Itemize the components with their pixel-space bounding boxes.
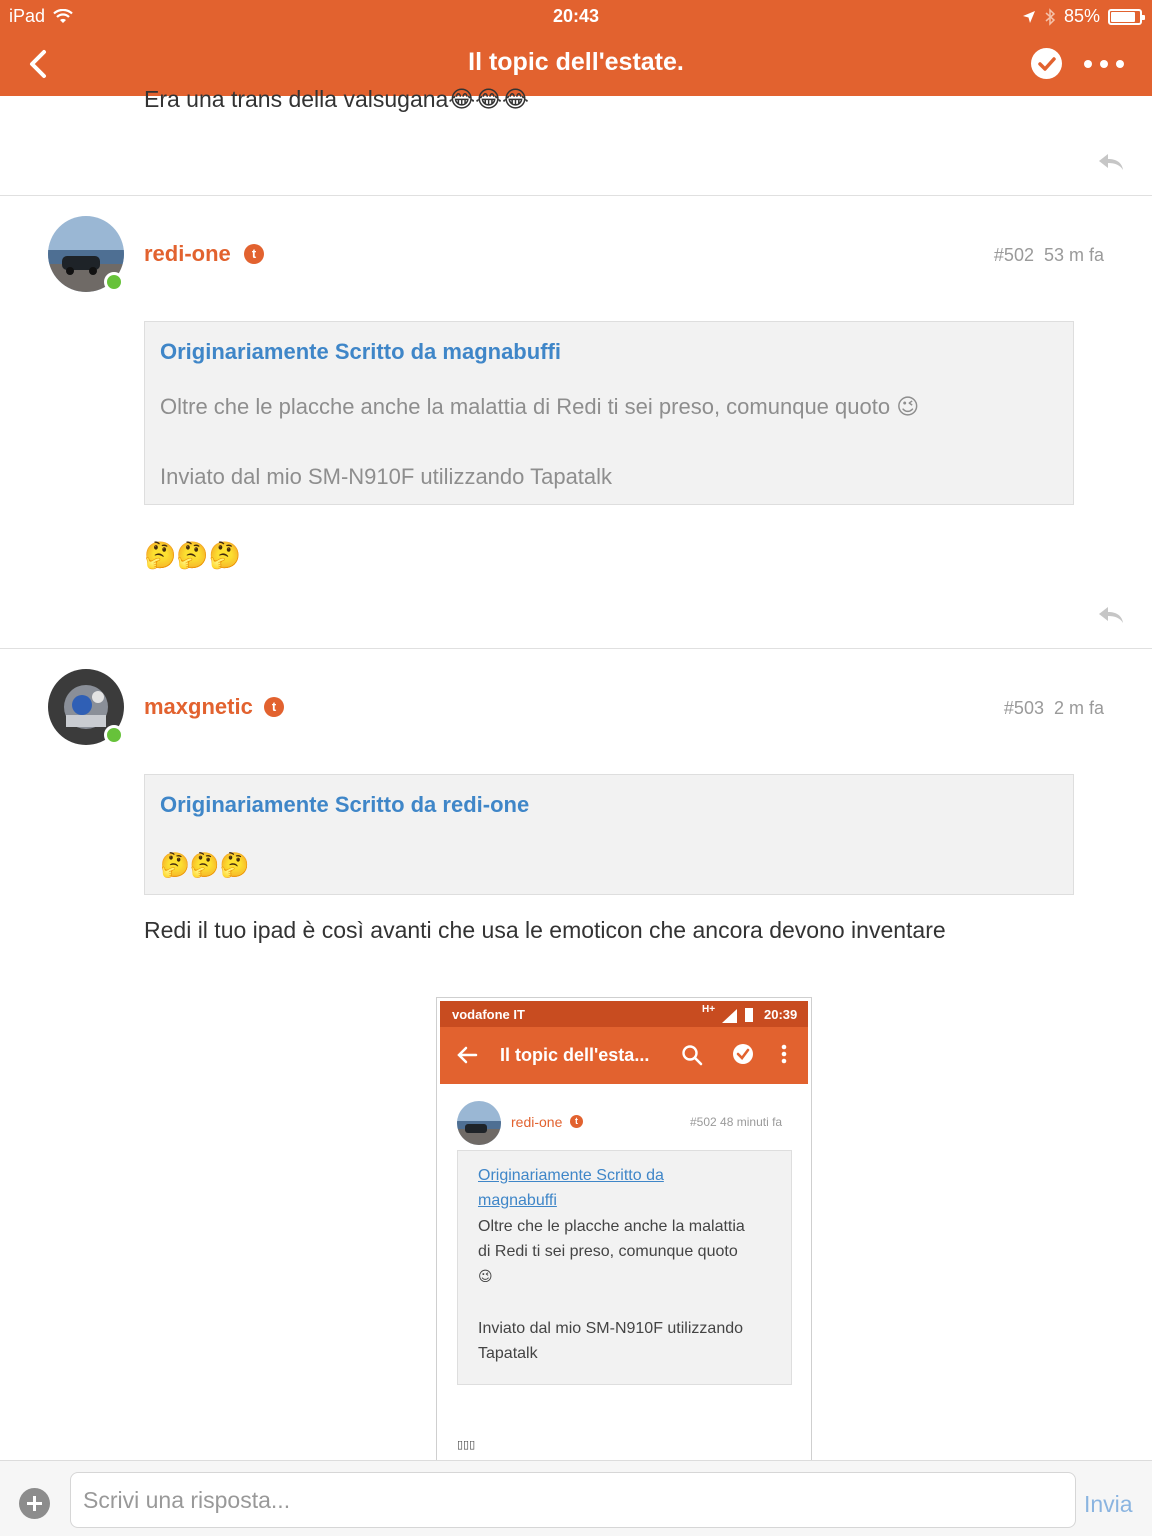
more-dots-icon[interactable] <box>1084 56 1124 72</box>
image-toolbar: Il topic dell'esta... <box>440 1027 808 1084</box>
signal-icon <box>722 1009 737 1023</box>
post-divider <box>0 195 1152 196</box>
image-post-meta: #502 48 minuti fa <box>690 1115 782 1129</box>
tapatalk-badge-icon: t <box>264 697 284 717</box>
battery-fill <box>1111 11 1135 22</box>
attached-image[interactable]: vodafone IT H+ 20:39 Il topic dell'esta.… <box>436 997 812 1467</box>
check-circle-icon <box>733 1044 753 1064</box>
post-number: #502 <box>993 245 1034 265</box>
reply-composer: Invia <box>0 1460 1152 1536</box>
image-status-bar: vodafone IT H+ 20:39 <box>440 1001 808 1027</box>
search-icon <box>682 1045 703 1066</box>
bluetooth-icon <box>1045 7 1056 26</box>
image-quote-line: Inviato dal mio SM-N910F utilizzando <box>478 1320 744 1337</box>
back-arrow-icon <box>457 1046 478 1064</box>
post-body: 🤔🤔🤔 <box>144 540 242 570</box>
image-username: redi-one <box>511 1114 563 1130</box>
quote-signature: Inviato dal mio SM-N910F utilizzando Tap… <box>160 464 613 489</box>
more-dots-icon <box>781 1044 787 1064</box>
image-quote-line: Tapatalk <box>478 1345 538 1362</box>
image-title: Il topic dell'esta... <box>500 1045 650 1065</box>
avatar <box>457 1101 501 1145</box>
post-time: 2 m fa <box>1053 698 1104 718</box>
image-quote-line: di Redi ti sei preso, comunque quoto <box>478 1243 738 1260</box>
post-meta: #503 2 m fa <box>1004 698 1104 719</box>
quote-box: Originariamente Scritto da redi-one 🤔🤔🤔 <box>144 774 1074 895</box>
app: iPad 20:43 85% Il topic dell'estate. Era… <box>0 0 1152 1536</box>
status-time: 20:43 <box>552 6 600 26</box>
battery-icon <box>745 1008 753 1022</box>
quote-author[interactable]: Originariamente Scritto da redi-one <box>160 792 529 818</box>
reply-input[interactable] <box>70 1472 1076 1528</box>
reply-icon[interactable] <box>1096 603 1126 627</box>
image-network: H+ <box>702 1004 716 1015</box>
tapatalk-badge-icon: t <box>570 1115 583 1128</box>
image-quote-link: Originariamente Scritto da <box>478 1167 664 1184</box>
status-right: 85% <box>1022 6 1145 27</box>
quote-box: Originariamente Scritto da magnabuffi Ol… <box>144 321 1074 505</box>
quote-text: Oltre che le placche anche la malattia d… <box>160 394 920 419</box>
online-indicator <box>104 725 124 745</box>
reply-icon[interactable] <box>1096 150 1126 174</box>
post-time: 53 m fa <box>1043 245 1104 265</box>
previous-post-text: Era una trans della valsugana😂😂😂 <box>144 86 529 112</box>
send-button[interactable]: Invia <box>1084 1491 1133 1518</box>
image-quote-line: 😉 <box>478 1268 493 1284</box>
quote-text: 🤔🤔🤔 <box>160 852 250 879</box>
status-bar: iPad 20:43 85% <box>0 0 1152 32</box>
topic-title: Il topic dell'estate. <box>468 48 684 76</box>
quote-author[interactable]: Originariamente Scritto da magnabuffi <box>160 339 561 365</box>
post-divider <box>0 648 1152 649</box>
check-circle-icon[interactable] <box>1031 48 1062 79</box>
battery-percent: 85% <box>1063 6 1100 26</box>
location-arrow-icon <box>1022 10 1035 23</box>
image-quote-line: Oltre che le placche anche la malattia <box>478 1218 745 1235</box>
image-post-time: 48 minuti fa <box>720 1115 783 1129</box>
image-carrier: vodafone IT <box>452 1007 525 1022</box>
battery-icon <box>1108 8 1145 25</box>
post-meta: #502 53 m fa <box>994 245 1104 266</box>
image-time: 20:39 <box>764 1007 798 1022</box>
username[interactable]: maxgnetic <box>144 694 253 720</box>
image-quote-box: Originariamente Scritto da magnabuffi Ol… <box>457 1150 792 1385</box>
plus-icon[interactable] <box>19 1488 50 1519</box>
image-quote-link: magnabuffi <box>478 1192 557 1209</box>
image-post-number: #502 <box>690 1115 717 1129</box>
post-number: #503 <box>1003 698 1044 718</box>
tapatalk-badge-icon: t <box>244 244 264 264</box>
online-indicator <box>104 272 124 292</box>
post-body: Redi il tuo ipad è così avanti che usa l… <box>144 917 946 943</box>
image-tail-text: ▯▯▯ <box>457 1439 476 1451</box>
username[interactable]: redi-one <box>144 241 231 267</box>
